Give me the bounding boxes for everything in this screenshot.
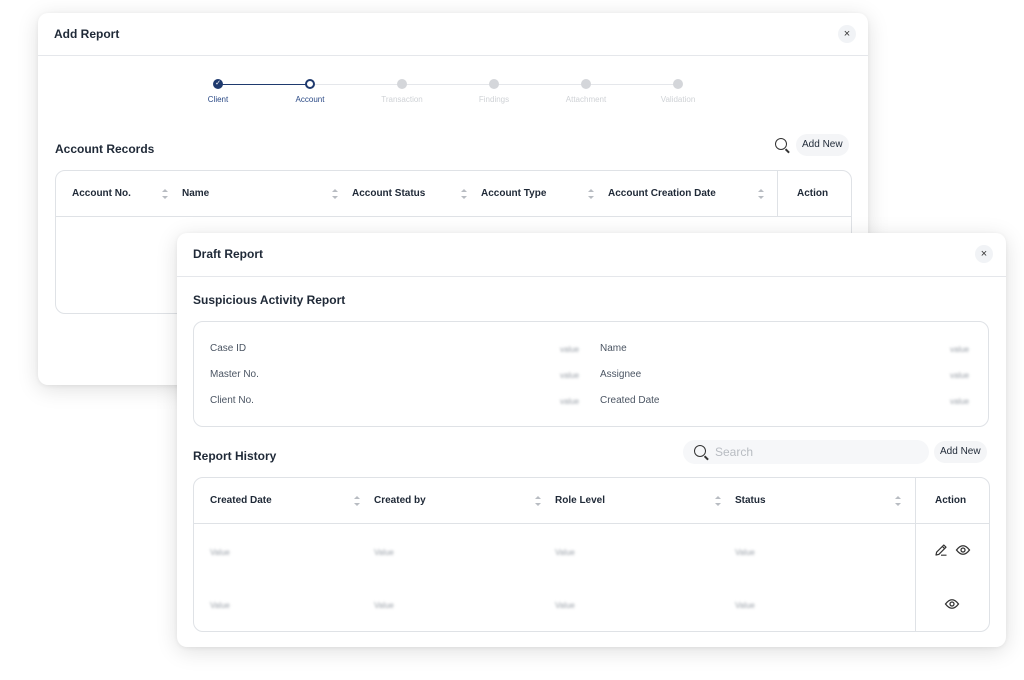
info-label-master-no: Master No. xyxy=(210,369,259,380)
report-stepper: ✓ Client Account Transaction Findings At… xyxy=(198,79,698,115)
info-label-client-no: Client No. xyxy=(210,395,254,406)
column-header-account-creation-date[interactable]: Account Creation Date xyxy=(608,171,716,216)
search-icon[interactable] xyxy=(775,138,787,150)
step-validation[interactable]: Validation xyxy=(648,79,708,104)
sort-icon[interactable] xyxy=(715,496,721,506)
step-dot xyxy=(673,79,683,89)
sort-icon[interactable] xyxy=(758,189,764,199)
report-info-panel: Case ID value Master No. value Client No… xyxy=(193,321,989,427)
eye-icon[interactable] xyxy=(944,597,960,611)
add-account-button[interactable]: Add New xyxy=(796,134,849,156)
draft-report-close-button[interactable]: × xyxy=(975,245,993,263)
info-label-assignee: Assignee xyxy=(600,369,642,380)
step-attachment[interactable]: Attachment xyxy=(556,79,616,104)
check-icon: ✓ xyxy=(213,79,223,89)
column-header-role-level[interactable]: Role Level xyxy=(555,478,605,523)
add-report-close-button[interactable]: × xyxy=(838,25,856,43)
cell-created-by: Value xyxy=(374,548,394,557)
step-findings[interactable]: Findings xyxy=(464,79,524,104)
step-dot xyxy=(397,79,407,89)
history-search-input[interactable] xyxy=(715,440,915,464)
sort-icon[interactable] xyxy=(332,189,338,199)
history-search-field[interactable] xyxy=(683,440,929,464)
step-label: Attachment xyxy=(565,95,607,104)
info-label-created-date: Created Date xyxy=(600,395,660,406)
column-header-account-type[interactable]: Account Type xyxy=(481,171,546,216)
cell-role-level: Value xyxy=(555,548,575,557)
step-dot xyxy=(489,79,499,89)
sort-icon[interactable] xyxy=(588,189,594,199)
account-records-title: Account Records xyxy=(55,142,155,156)
sort-icon[interactable] xyxy=(461,189,467,199)
info-label-case-id: Case ID xyxy=(210,343,247,354)
info-value-master-no: value xyxy=(560,371,580,380)
header-divider xyxy=(56,216,851,217)
cell-created-by: Value xyxy=(374,601,394,610)
step-label: Account xyxy=(295,95,325,104)
step-active-dot xyxy=(305,79,315,89)
info-label-name: Name xyxy=(600,343,627,354)
column-header-action: Action xyxy=(797,188,829,199)
header-divider xyxy=(194,523,989,524)
step-label: Findings xyxy=(478,95,510,104)
info-value-name: value xyxy=(950,345,970,354)
action-column-divider xyxy=(915,478,916,631)
cell-role-level: Value xyxy=(555,601,575,610)
step-label: Transaction xyxy=(381,95,423,104)
add-report-header: Add Report × xyxy=(38,13,868,56)
step-client[interactable]: ✓ Client xyxy=(188,79,248,104)
column-header-account-no[interactable]: Account No. xyxy=(72,171,131,216)
edit-icon[interactable] xyxy=(933,542,949,558)
cell-created-date: Value xyxy=(210,601,230,610)
sort-icon[interactable] xyxy=(895,496,901,506)
step-label: Validation xyxy=(660,95,696,104)
eye-icon[interactable] xyxy=(955,543,971,557)
sort-icon[interactable] xyxy=(535,496,541,506)
add-history-button[interactable]: Add New xyxy=(934,441,987,463)
info-value-client-no: value xyxy=(560,397,580,406)
cell-status: Value xyxy=(735,601,755,610)
step-transaction[interactable]: Transaction xyxy=(372,79,432,104)
column-header-name[interactable]: Name xyxy=(182,171,209,216)
add-report-title: Add Report xyxy=(54,27,120,41)
info-value-created-date: value xyxy=(950,397,970,406)
search-icon xyxy=(694,445,706,457)
info-value-assignee: value xyxy=(950,371,970,380)
draft-report-title: Draft Report xyxy=(193,247,264,261)
sort-icon[interactable] xyxy=(354,496,360,506)
column-header-action: Action xyxy=(935,495,967,506)
step-dot xyxy=(581,79,591,89)
draft-report-header: Draft Report × xyxy=(177,233,1006,277)
report-history-table: Created Date Created by Role Level Statu… xyxy=(193,477,990,632)
column-divider xyxy=(777,171,778,216)
cell-created-date: Value xyxy=(210,548,230,557)
info-value-case-id: value xyxy=(560,345,580,354)
step-label: Client xyxy=(207,95,229,104)
column-header-account-status[interactable]: Account Status xyxy=(352,171,425,216)
column-header-status[interactable]: Status xyxy=(735,478,766,523)
step-account[interactable]: Account xyxy=(280,79,340,104)
column-header-created-by[interactable]: Created by xyxy=(374,478,426,523)
sort-icon[interactable] xyxy=(162,189,168,199)
cell-status: Value xyxy=(735,548,755,557)
draft-report-modal: Draft Report × Suspicious Activity Repor… xyxy=(177,233,1006,647)
column-header-created-date[interactable]: Created Date xyxy=(210,478,272,523)
sar-title: Suspicious Activity Report xyxy=(193,293,346,307)
report-history-title: Report History xyxy=(193,449,277,463)
